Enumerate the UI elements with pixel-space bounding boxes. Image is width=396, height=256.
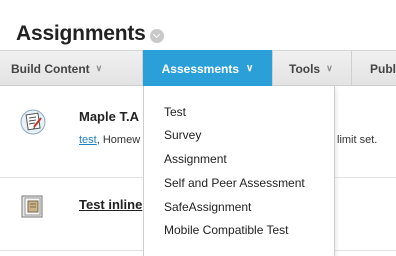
assessments-menu[interactable]: Assessments ∨ (143, 50, 272, 87)
tools-menu[interactable]: Tools ∨ (289, 51, 333, 86)
build-content-menu[interactable]: Build Content ∨ (11, 51, 102, 86)
publish-menu[interactable]: Publ (370, 51, 396, 86)
content-item-link[interactable]: test (79, 134, 97, 146)
content-item-meta-text: , Homew (96, 134, 141, 146)
menu-item-survey[interactable]: Survey (164, 128, 201, 142)
page-header: Assignments (16, 22, 164, 46)
menu-item-assignment[interactable]: Assignment (164, 152, 227, 166)
chevron-down-icon: ∨ (246, 63, 254, 74)
publish-label: Publ (370, 61, 396, 76)
divider (351, 51, 352, 86)
divider (272, 51, 273, 86)
assessments-dropdown: Test Survey Assignment Self and Peer Ass… (143, 86, 335, 256)
content-file-icon (20, 194, 46, 220)
content-item-meta: test, Homew (79, 134, 140, 146)
tools-label: Tools (289, 61, 321, 76)
chevron-down-icon: ∨ (326, 63, 333, 73)
chevron-down-icon[interactable] (149, 29, 164, 43)
menu-item-self-peer-assessment[interactable]: Self and Peer Assessment (164, 176, 305, 190)
build-content-label: Build Content (11, 61, 90, 76)
menu-item-mobile-compatible-test[interactable]: Mobile Compatible Test (164, 223, 289, 237)
action-bar: Build Content ∨ Assessments ∨ Tools ∨ Pu… (0, 50, 396, 87)
test-document-icon (20, 109, 46, 135)
content-item-title[interactable]: Maple T.A (79, 109, 139, 124)
page-title: Assignments (16, 22, 146, 45)
assessments-label: Assessments (161, 61, 240, 76)
menu-item-safeassignment[interactable]: SafeAssignment (164, 200, 251, 214)
content-item-meta-right: limit set. (337, 134, 378, 146)
content-item-title[interactable]: Test inline (79, 197, 142, 212)
chevron-down-icon: ∨ (95, 63, 103, 73)
menu-item-test[interactable]: Test (164, 105, 186, 119)
